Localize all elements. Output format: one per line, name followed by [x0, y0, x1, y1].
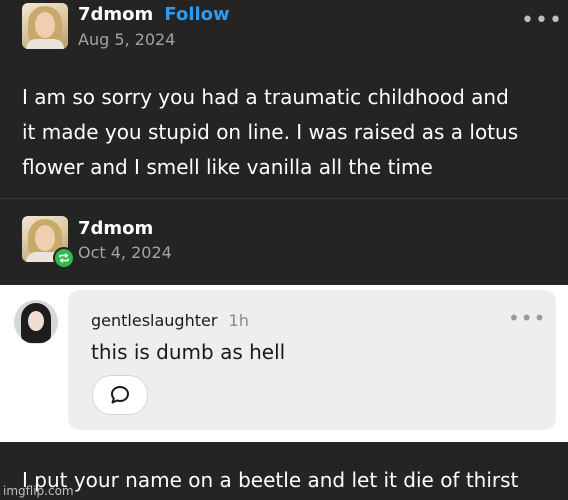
reblog-icon: [53, 247, 75, 269]
bottom-post-text: I put your name on a beetle and let it d…: [22, 468, 519, 492]
more-horizontal-icon[interactable]: •••: [508, 306, 546, 330]
follow-button[interactable]: Follow: [164, 4, 229, 25]
reblog-username[interactable]: 7dmom: [78, 218, 153, 239]
reply-header: gentleslaughter 1h: [91, 311, 249, 330]
comment-bubble-icon: [111, 386, 129, 404]
post-text-line: it made you stupid on line. I was raised…: [22, 120, 519, 144]
avatar[interactable]: [22, 3, 68, 49]
reply-username[interactable]: gentleslaughter: [91, 311, 217, 330]
post-header: 7dmom Follow: [78, 4, 230, 25]
divider: [0, 198, 568, 199]
more-horizontal-icon[interactable]: •••: [521, 10, 563, 32]
post-text-line: flower and I smell like vanilla all the …: [22, 155, 433, 179]
reply-avatar[interactable]: [14, 300, 58, 344]
post-date[interactable]: Aug 5, 2024: [78, 30, 175, 49]
post-username[interactable]: 7dmom: [78, 4, 153, 25]
post-body: I am so sorry you had a traumatic childh…: [22, 80, 557, 185]
post-text-line: I am so sorry you had a traumatic childh…: [22, 85, 509, 109]
reply-text: this is dumb as hell: [91, 340, 286, 364]
comment-button[interactable]: [92, 375, 148, 415]
reply-time: 1h: [228, 311, 249, 330]
reblog-date[interactable]: Oct 4, 2024: [78, 243, 172, 262]
watermark: imgflip.com: [3, 484, 74, 498]
